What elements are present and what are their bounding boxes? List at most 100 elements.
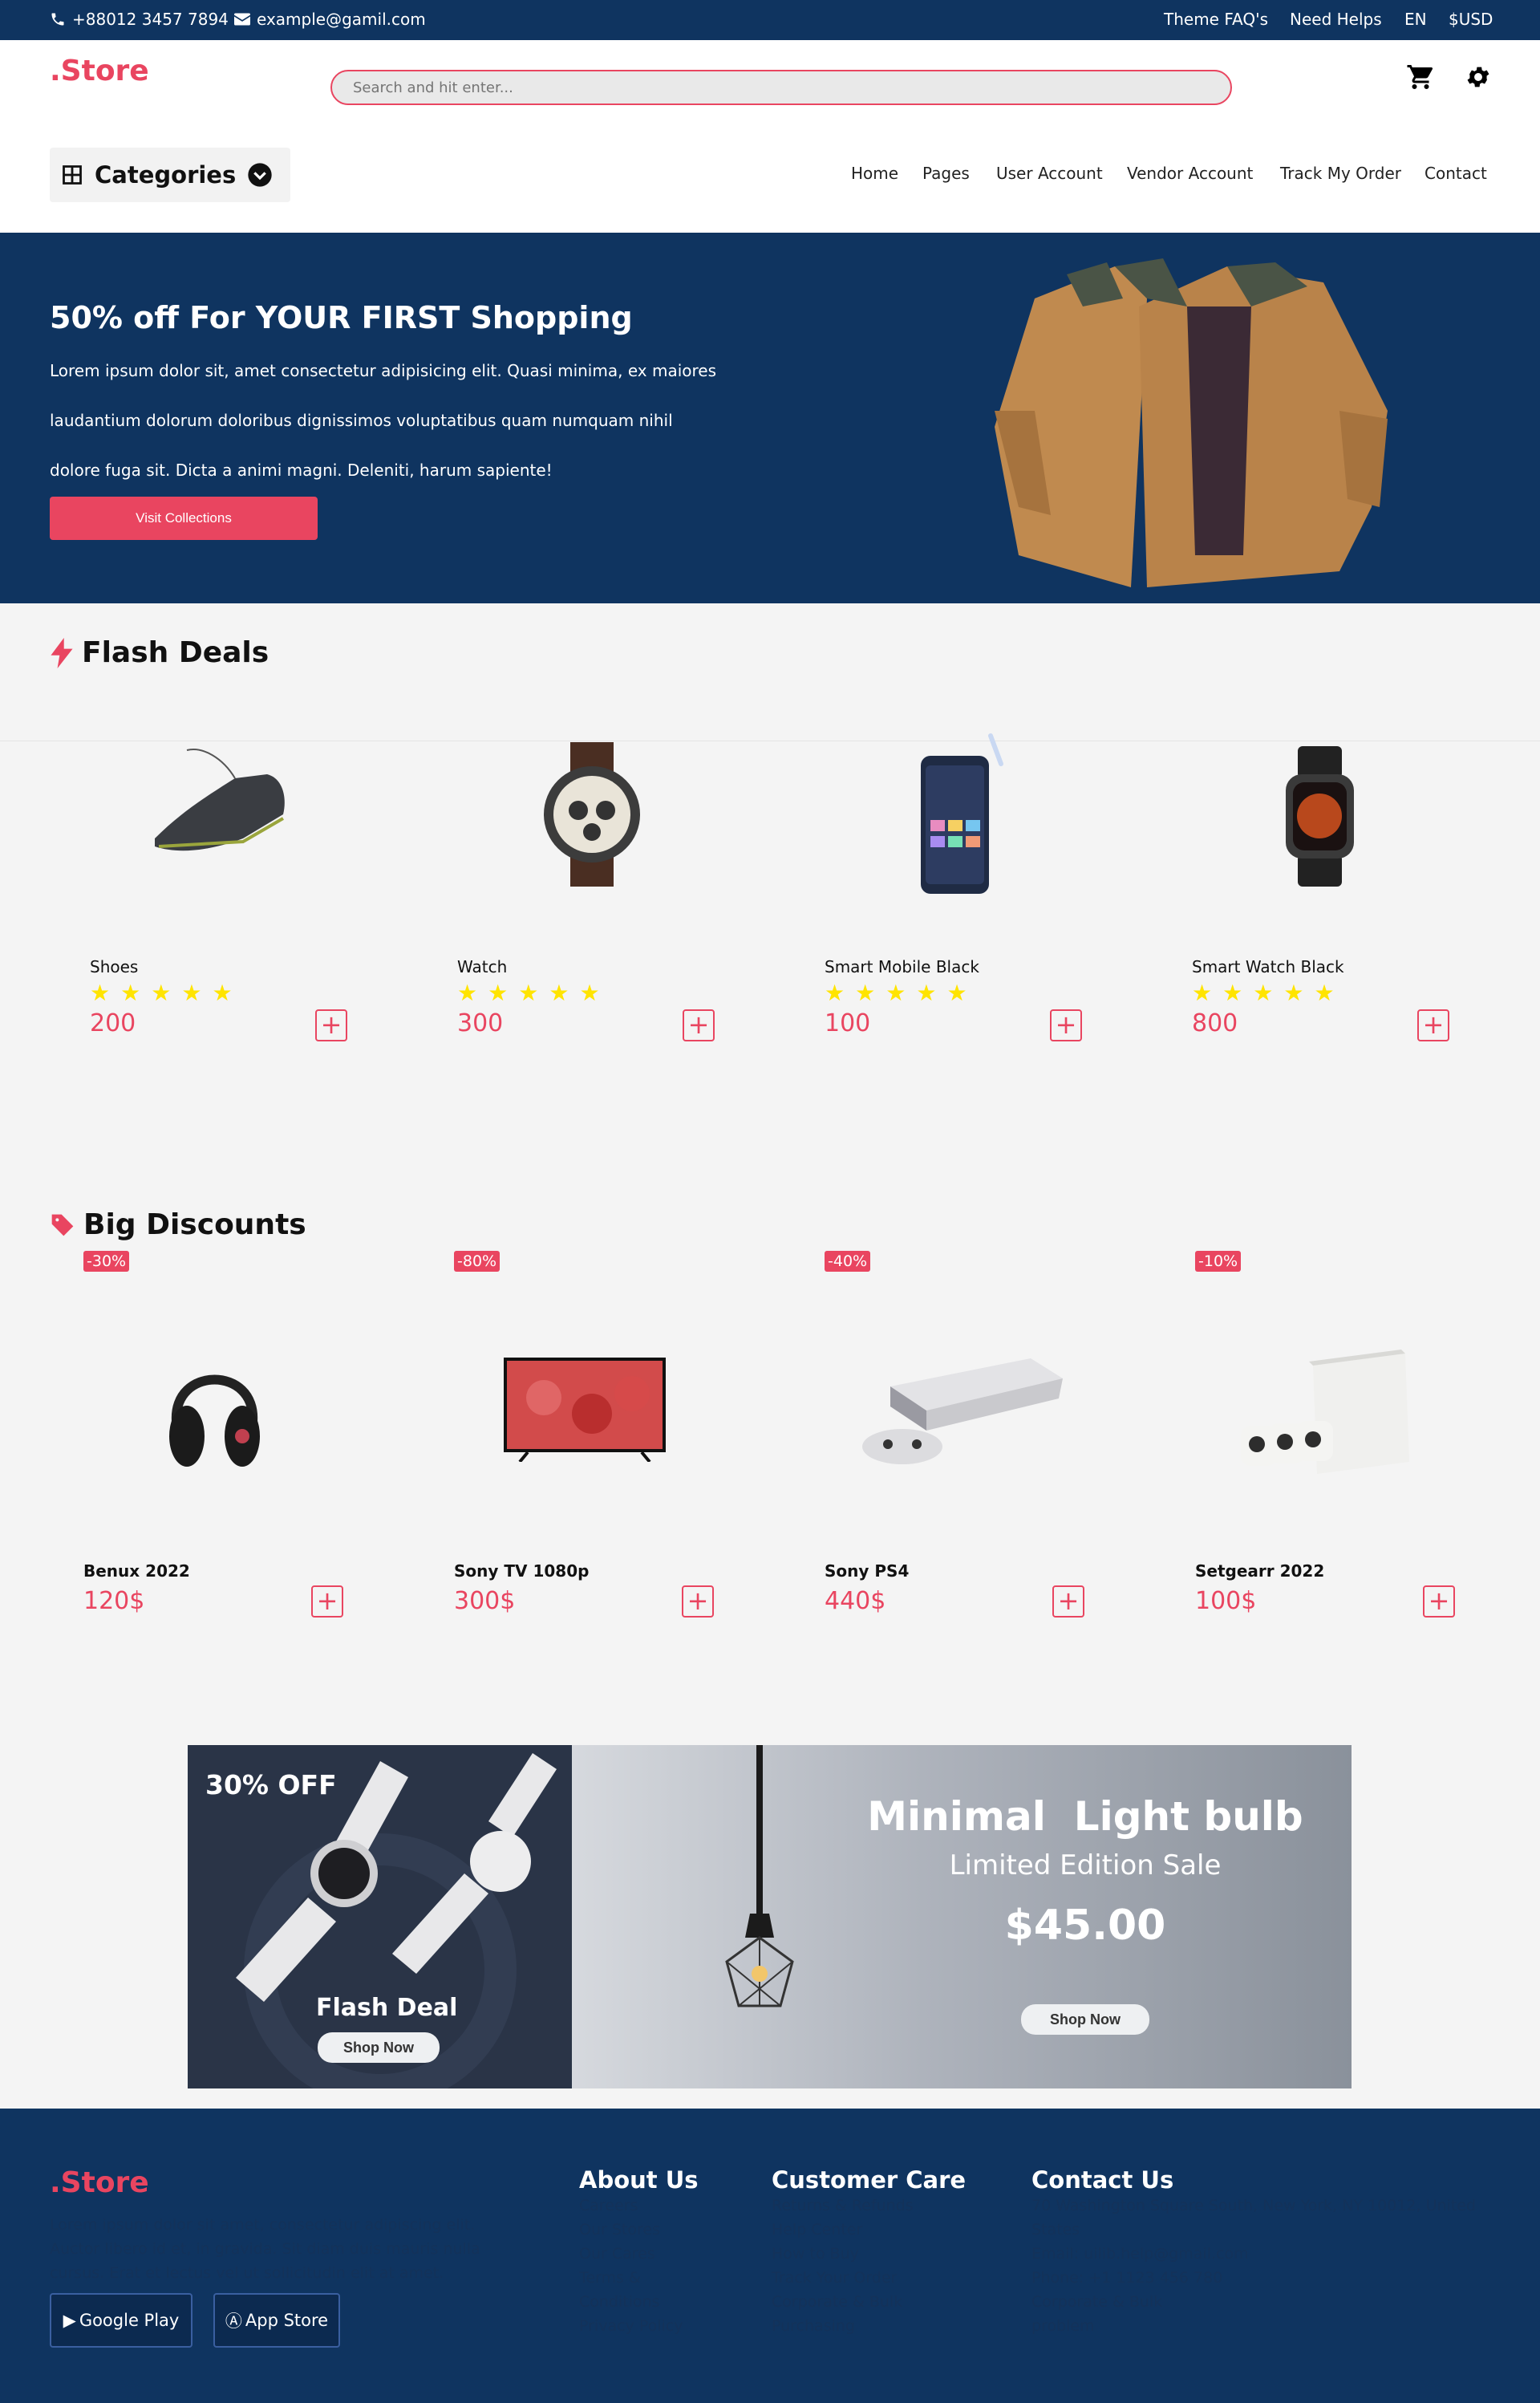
product-name[interactable]: Smart Mobile Black <box>825 957 979 976</box>
add-to-cart-button[interactable]: + <box>1417 1009 1449 1041</box>
need-helps-link[interactable]: Need Helps <box>1290 10 1382 29</box>
star-icon: ★ <box>120 980 141 1006</box>
star-icon: ★ <box>212 980 233 1006</box>
about-text-line: Auctor libero id et, in gravida. Sit dia… <box>50 2240 480 2258</box>
footer-link[interactable]: Careers <box>579 2194 699 2218</box>
nav-contact[interactable]: Contact <box>1424 164 1487 183</box>
product-name[interactable]: Watch <box>457 957 507 976</box>
envelope-icon <box>234 13 250 26</box>
flash-deal-banner[interactable]: 30% OFF Flash Deal Shop Now <box>188 1745 572 2088</box>
contact-line: Email: uilib.help@gmail.com <box>1031 2245 1249 2263</box>
settings-gear-icon[interactable] <box>1465 63 1492 91</box>
app-store-button[interactable]: Ⓐ App Store <box>213 2293 340 2348</box>
footer-link[interactable]: Terms & <box>579 2266 699 2290</box>
phone-info: +88012 3457 7894 <box>50 10 229 29</box>
currency-selector[interactable]: $USD <box>1449 10 1493 29</box>
footer-link[interactable]: Track Your Order <box>772 2266 966 2290</box>
footer-link[interactable]: Returns & Refunds <box>772 2194 966 2218</box>
product-name[interactable]: Shoes <box>90 957 138 976</box>
footer-link[interactable]: Our Cares <box>579 2242 699 2266</box>
cart-icon[interactable] <box>1406 63 1435 91</box>
rating-stars: ★ ★ ★ ★ ★ <box>90 982 233 1005</box>
rating-stars: ★ ★ ★ ★ ★ <box>457 982 600 1005</box>
play-icon: ▶ <box>63 2311 76 2330</box>
add-to-cart-button[interactable]: + <box>311 1585 343 1618</box>
google-play-button[interactable]: ▶ Google Play <box>50 2293 192 2348</box>
shop-now-button[interactable]: Shop Now <box>1021 2004 1149 2035</box>
shop-now-button[interactable]: Shop Now <box>318 2032 440 2063</box>
app-store-icon: Ⓐ <box>225 2312 242 2331</box>
footer-logo[interactable]: .Store <box>50 2166 149 2199</box>
star-icon: ★ <box>151 980 172 1006</box>
product-name[interactable]: Smart Watch Black <box>1192 957 1344 976</box>
product-name[interactable]: Setgearr 2022 <box>1195 1561 1324 1581</box>
star-icon: ★ <box>488 980 509 1006</box>
footer-link[interactable]: Conditions <box>579 2290 699 2314</box>
footer-link[interactable]: Help Center <box>772 2218 966 2242</box>
hero-text-line-2: laudantium dolorum doloribus dignissimos… <box>50 411 673 430</box>
footer-link[interactable]: Our Stores <box>579 2218 699 2242</box>
product-name[interactable]: Benux 2022 <box>83 1561 190 1581</box>
about-us-title: About Us <box>579 2166 699 2194</box>
about-text-line: Lorem ipsum dolor sit amet, consectetur … <box>50 2216 476 2234</box>
discount-badge: -80% <box>454 1251 500 1272</box>
language-selector[interactable]: EN <box>1404 10 1427 29</box>
grid-icon <box>63 165 82 185</box>
product-name[interactable]: Sony TV 1080p <box>454 1561 589 1581</box>
rating-stars: ★ ★ ★ ★ ★ <box>1192 982 1335 1005</box>
chevron-down-icon <box>248 163 272 187</box>
top-bar: +88012 3457 7894 example@gamil.com Theme… <box>0 0 1540 40</box>
discount-badge: -10% <box>1195 1251 1242 1272</box>
store-logo[interactable]: .Store <box>50 55 149 87</box>
product-name[interactable]: Sony PS4 <box>825 1561 909 1581</box>
google-play-label: Google Play <box>79 2311 180 2330</box>
product-price: 100$ <box>1195 1587 1257 1615</box>
visit-collections-button[interactable]: Visit Collections <box>50 497 318 540</box>
footer: .Store Lorem ipsum dolor sit amet, conse… <box>0 2109 1540 2403</box>
add-to-cart-button[interactable]: + <box>682 1585 714 1618</box>
star-icon: ★ <box>90 980 111 1006</box>
about-text-line: cursus. Erat et lectus vel ut sollicitud… <box>50 2264 444 2282</box>
add-to-cart-button[interactable]: + <box>1050 1009 1082 1041</box>
nav-user-account[interactable]: User Account <box>996 164 1103 183</box>
phone-number: +88012 3457 7894 <box>72 10 229 29</box>
theme-faq-link[interactable]: Theme FAQ's <box>1164 10 1268 29</box>
watch-image <box>544 742 640 887</box>
product-price: 440$ <box>825 1587 886 1615</box>
hero-text-line-3: dolore fuga sit. Dicta a animi magni. De… <box>50 461 553 480</box>
add-to-cart-button[interactable]: + <box>315 1009 347 1041</box>
add-to-cart-button[interactable]: + <box>1423 1585 1455 1618</box>
footer-link[interactable]: Purchasing <box>772 2314 966 2338</box>
search-input[interactable] <box>330 70 1232 105</box>
flash-deals-heading: Flash Deals <box>50 636 269 669</box>
banner-price: $45.00 <box>1004 1902 1166 1950</box>
nav-track-order[interactable]: Track My Order <box>1280 164 1401 183</box>
star-icon: ★ <box>946 980 967 1006</box>
big-discounts-heading: Big Discounts <box>50 1208 306 1241</box>
categories-dropdown[interactable]: Categories <box>50 148 290 202</box>
phone-icon <box>51 13 64 26</box>
star-icon: ★ <box>1314 980 1335 1006</box>
lightning-icon <box>51 637 73 668</box>
hero-title: 50% off For YOUR FIRST Shopping <box>50 300 633 335</box>
nav-vendor-account[interactable]: Vendor Account <box>1127 164 1253 183</box>
star-icon: ★ <box>1253 980 1274 1006</box>
footer-link[interactable]: How to Buy <box>772 2242 966 2266</box>
light-bulb-banner[interactable]: Minimal Light bulb Limited Edition Sale … <box>572 1745 1352 2088</box>
star-icon: ★ <box>518 980 539 1006</box>
header: .Store Categories Home Pages User Accoun… <box>0 40 1540 233</box>
product-price: 100 <box>825 1009 871 1037</box>
nav-pages[interactable]: Pages <box>922 164 970 183</box>
add-to-cart-button[interactable]: + <box>1052 1585 1084 1618</box>
star-icon: ★ <box>855 980 876 1006</box>
big-discounts-title: Big Discounts <box>83 1208 306 1241</box>
smart-mobile-image <box>921 733 1003 894</box>
jacket-image <box>995 258 1388 587</box>
footer-link[interactable]: Corporate & Bulk <box>772 2290 966 2314</box>
nav-home[interactable]: Home <box>851 164 898 183</box>
contact-line: Corporate & Bulk <box>1031 2293 1163 2311</box>
product-price: 300 <box>457 1009 504 1037</box>
star-icon: ★ <box>1192 980 1213 1006</box>
add-to-cart-button[interactable]: + <box>683 1009 715 1041</box>
footer-link[interactable]: Privacy Policy <box>579 2314 699 2338</box>
